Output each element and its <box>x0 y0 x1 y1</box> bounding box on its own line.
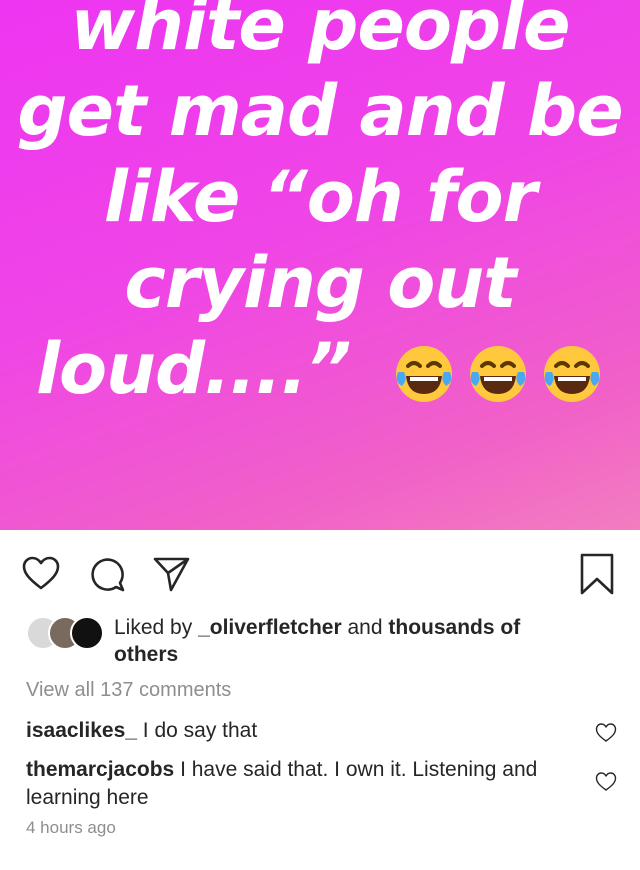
action-bar <box>0 530 640 610</box>
comment-like-heart-icon[interactable] <box>595 722 617 744</box>
comment-button[interactable] <box>85 552 129 596</box>
likes-middle: and <box>347 616 383 639</box>
likes-prefix: Liked by <box>114 616 193 639</box>
comment-username-link[interactable]: isaaclikes_ <box>26 719 137 742</box>
likes-text: Liked by _oliverfletcher and thousands o… <box>114 614 574 668</box>
meme-caption: white people get mad and be like “oh for… <box>0 0 640 412</box>
emoji-row <box>392 342 604 406</box>
save-button[interactable] <box>575 552 619 596</box>
laughing-emoji-icon <box>543 345 600 402</box>
likes-section: Liked by _oliverfletcher and thousands o… <box>26 612 616 672</box>
view-all-comments-link[interactable]: View all 137 comments <box>26 679 231 702</box>
share-icon <box>153 557 190 592</box>
heart-icon <box>22 556 60 590</box>
meme-line-5-container: loud....” <box>0 326 640 412</box>
meme-line-4: crying out <box>124 242 516 324</box>
meme-line-2: get mad and be <box>17 70 623 152</box>
avatar[interactable] <box>70 616 104 650</box>
comment-icon <box>91 558 125 592</box>
meme-line-3: like “oh for <box>103 156 537 238</box>
liker-username-link[interactable]: _oliverfletcher <box>198 616 342 639</box>
meme-line-1: white people <box>70 0 570 66</box>
comment-item: isaaclikes_ I do say that <box>26 717 566 745</box>
comment-text: I do say that <box>142 719 258 742</box>
laughing-emoji-icon <box>469 345 526 402</box>
post-image[interactable]: white people get mad and be like “oh for… <box>0 0 640 530</box>
share-button[interactable] <box>149 552 193 596</box>
bookmark-icon <box>580 553 614 595</box>
like-button[interactable] <box>19 552 63 596</box>
post-timestamp: 4 hours ago <box>26 818 116 837</box>
comment-username-link[interactable]: themarcjacobs <box>26 758 174 781</box>
liker-avatars[interactable] <box>26 616 106 650</box>
meme-line-5: loud....” <box>36 328 351 410</box>
comment-like-heart-icon[interactable] <box>595 771 617 793</box>
comment-item: themarcjacobs I have said that. I own it… <box>26 756 566 812</box>
laughing-emoji-icon <box>395 345 452 402</box>
